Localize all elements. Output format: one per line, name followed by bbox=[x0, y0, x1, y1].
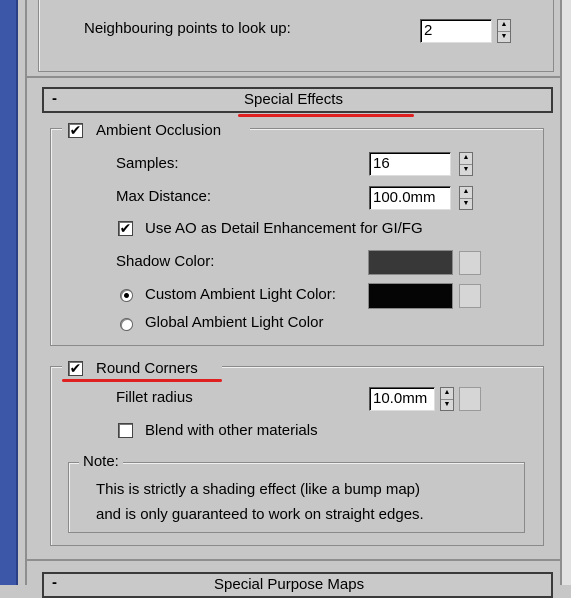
round-corners-checkbox[interactable]: ✔ bbox=[68, 361, 83, 376]
samples-label: Samples: bbox=[116, 155, 179, 172]
global-ambient-radio[interactable] bbox=[120, 318, 133, 331]
panel-right-rim bbox=[562, 0, 571, 585]
note-label: Note: bbox=[79, 453, 123, 470]
spin-down-icon[interactable]: ▼ bbox=[441, 398, 453, 411]
fillet-radius-map-button[interactable] bbox=[459, 387, 481, 411]
note-line-1: This is strictly a shading effect (like … bbox=[96, 481, 421, 498]
samples-input[interactable]: 16 bbox=[369, 152, 451, 176]
rollout-divider bbox=[27, 76, 560, 78]
shadow-color-swatch[interactable] bbox=[368, 250, 453, 275]
collapse-icon[interactable]: - bbox=[52, 574, 57, 591]
panel-left-border bbox=[25, 0, 27, 585]
ambient-occlusion-label[interactable]: Ambient Occlusion bbox=[96, 122, 221, 139]
spin-down-icon[interactable]: ▼ bbox=[460, 163, 472, 176]
round-corners-label[interactable]: Round Corners bbox=[96, 360, 198, 377]
spin-down-icon[interactable]: ▼ bbox=[460, 197, 472, 210]
rollout-divider bbox=[27, 559, 560, 561]
fillet-radius-input[interactable]: 10.0mm bbox=[369, 387, 435, 411]
shadow-color-map-button[interactable] bbox=[459, 251, 481, 275]
special-effects-title[interactable]: Special Effects bbox=[244, 91, 343, 108]
neighbouring-input[interactable]: 2 bbox=[420, 19, 492, 43]
custom-ambient-label[interactable]: Custom Ambient Light Color: bbox=[145, 286, 336, 303]
spin-up-icon[interactable]: ▲ bbox=[460, 187, 472, 198]
use-ao-label[interactable]: Use AO as Detail Enhancement for GI/FG bbox=[145, 220, 423, 237]
note-line-2: and is only guaranteed to work on straig… bbox=[96, 506, 424, 523]
viewport-edge bbox=[0, 0, 18, 585]
spin-up-icon[interactable]: ▲ bbox=[498, 20, 510, 31]
blend-label[interactable]: Blend with other materials bbox=[145, 422, 318, 439]
max-distance-input[interactable]: 100.0mm bbox=[369, 186, 451, 210]
spin-up-icon[interactable]: ▲ bbox=[460, 153, 472, 164]
custom-ambient-color-swatch[interactable] bbox=[368, 283, 453, 309]
neighbouring-label: Neighbouring points to look up: bbox=[84, 20, 291, 37]
spin-down-icon[interactable]: ▼ bbox=[498, 30, 510, 43]
fillet-radius-label: Fillet radius bbox=[116, 389, 193, 406]
custom-ambient-radio[interactable] bbox=[120, 289, 133, 302]
ambient-occlusion-checkbox[interactable]: ✔ bbox=[68, 123, 83, 138]
shadow-color-label: Shadow Color: bbox=[116, 253, 215, 270]
highlight-underline bbox=[62, 379, 222, 382]
max-distance-spinner[interactable]: ▲ ▼ bbox=[459, 186, 473, 210]
samples-spinner[interactable]: ▲ ▼ bbox=[459, 152, 473, 176]
neighbouring-spinner[interactable]: ▲ ▼ bbox=[497, 19, 511, 43]
use-ao-checkbox[interactable]: ✔ bbox=[118, 221, 133, 236]
collapse-icon[interactable]: - bbox=[52, 90, 57, 107]
custom-ambient-map-button[interactable] bbox=[459, 284, 481, 308]
fillet-radius-spinner[interactable]: ▲ ▼ bbox=[440, 387, 454, 411]
max-distance-label: Max Distance: bbox=[116, 188, 212, 205]
highlight-underline bbox=[238, 114, 414, 117]
global-ambient-label[interactable]: Global Ambient Light Color bbox=[145, 314, 323, 331]
spin-up-icon[interactable]: ▲ bbox=[441, 388, 453, 399]
blend-checkbox[interactable] bbox=[118, 423, 133, 438]
